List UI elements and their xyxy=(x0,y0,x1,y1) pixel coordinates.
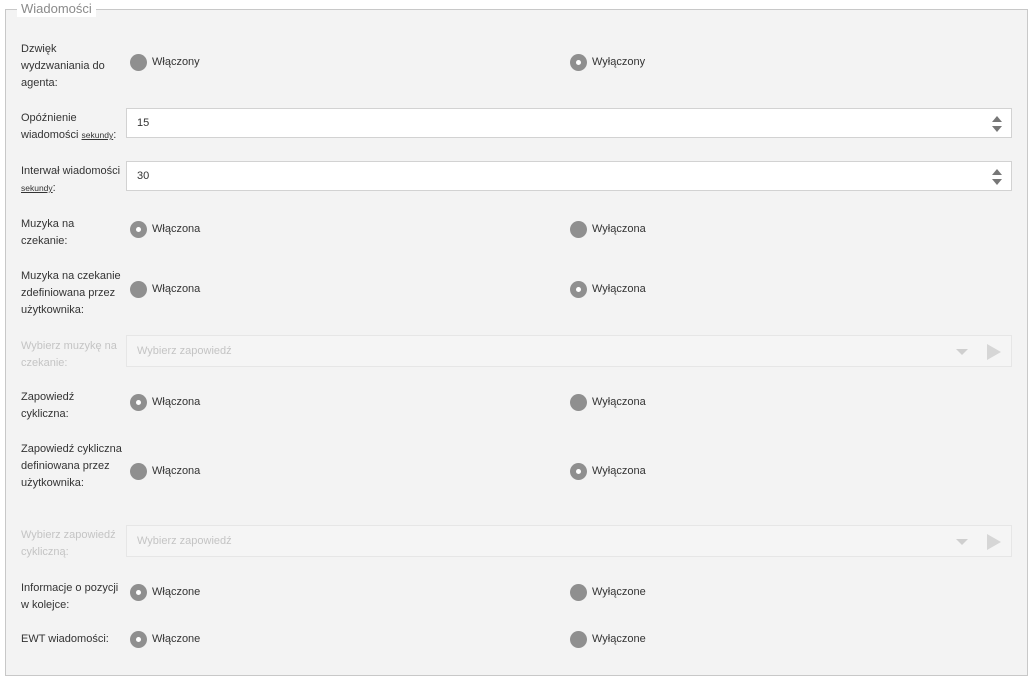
spinner-down-icon[interactable] xyxy=(992,179,1002,185)
cyclic-announcement-on-radio[interactable]: Włączona xyxy=(130,394,200,411)
radio-circle-icon xyxy=(570,281,587,298)
user-hold-music-on-radio[interactable]: Włączona xyxy=(130,281,200,298)
cyclic-announcement-off-label: Wyłączona xyxy=(592,396,646,408)
user-hold-music-on-label: Włączona xyxy=(152,283,201,295)
message-delay-input[interactable] xyxy=(127,109,997,137)
ewt-messages-on-radio[interactable]: Włączone xyxy=(130,631,200,648)
queue-position-on-radio[interactable]: Włączone xyxy=(130,584,200,601)
ring-sound-on-radio[interactable]: Włączony xyxy=(130,54,200,71)
cyclic-announcement-on-label: Włączona xyxy=(152,396,201,408)
select-cyclic-announcement-placeholder: Wybierz zapowiedź xyxy=(137,535,232,547)
radio-circle-icon xyxy=(130,463,147,480)
ewt-messages-on-label: Włączone xyxy=(152,633,201,645)
radio-circle-icon xyxy=(570,463,587,480)
message-delay-unit: sekundy xyxy=(81,130,114,140)
user-hold-music-off-label: Wyłączona xyxy=(592,283,646,295)
hold-music-off-label: Wyłączona xyxy=(592,223,646,235)
radio-circle-icon xyxy=(570,394,587,411)
radio-circle-icon xyxy=(570,584,587,601)
radio-circle-icon xyxy=(130,584,147,601)
user-cyclic-announcement-label: Zapowiedź cykliczna definiowana przez uż… xyxy=(21,443,122,489)
message-interval-spinner[interactable] xyxy=(992,169,1002,185)
spinner-down-icon[interactable] xyxy=(992,126,1002,132)
hold-music-label: Muzyka na czekanie: xyxy=(21,218,75,247)
hold-music-off-radio[interactable]: Wyłączona xyxy=(570,221,646,238)
spinner-up-icon[interactable] xyxy=(992,116,1002,122)
ring-sound-off-label: Wyłączony xyxy=(592,56,646,68)
radio-circle-icon xyxy=(570,221,587,238)
ewt-messages-label: EWT wiadomości: xyxy=(21,633,109,645)
chevron-down-icon[interactable] xyxy=(956,349,968,355)
user-cyclic-announcement-off-radio[interactable]: Wyłączona xyxy=(570,463,646,480)
ring-sound-label: Dzwięk wydzwaniania do agenta: xyxy=(21,43,105,89)
chevron-down-icon[interactable] xyxy=(956,539,968,545)
fieldset-legend: Wiadomości xyxy=(17,0,96,17)
radio-circle-icon xyxy=(130,631,147,648)
cyclic-announcement-off-radio[interactable]: Wyłączona xyxy=(570,394,646,411)
queue-position-off-label: Wyłączone xyxy=(592,586,646,598)
radio-circle-icon xyxy=(130,54,147,71)
cyclic-announcement-label: Zapowiedź cykliczna: xyxy=(21,391,75,420)
select-cyclic-announcement-label: Wybierz zapowiedź cykliczną: xyxy=(21,529,116,558)
queue-position-on-label: Włączone xyxy=(152,586,201,598)
queue-position-off-radio[interactable]: Wyłączone xyxy=(570,584,646,601)
user-cyclic-announcement-on-label: Włączona xyxy=(152,465,201,477)
ring-sound-on-label: Włączony xyxy=(152,56,200,68)
hold-music-on-label: Włączona xyxy=(152,223,201,235)
spinner-up-icon[interactable] xyxy=(992,169,1002,175)
select-cyclic-announcement-dropdown[interactable]: Wybierz zapowiedź xyxy=(126,525,1012,557)
message-interval-unit: sekundy xyxy=(21,183,53,193)
hold-music-on-radio[interactable]: Włączona xyxy=(130,221,200,238)
message-delay-field xyxy=(126,108,1012,138)
message-interval-field xyxy=(126,161,1012,191)
ewt-messages-off-radio[interactable]: Wyłączone xyxy=(570,631,646,648)
message-interval-input[interactable] xyxy=(127,162,997,190)
radio-circle-icon xyxy=(570,54,587,71)
select-hold-music-label: Wybierz muzykę na czekanie: xyxy=(21,340,117,369)
user-hold-music-off-radio[interactable]: Wyłączona xyxy=(570,281,646,298)
message-interval-label: Interwał wiadomości sekundy: xyxy=(21,165,121,194)
ewt-messages-off-label: Wyłączone xyxy=(592,633,646,645)
radio-circle-icon xyxy=(130,394,147,411)
play-icon[interactable] xyxy=(987,344,1001,360)
user-hold-music-label: Muzyka na czekanie zdefiniowana przez uż… xyxy=(21,270,121,316)
select-hold-music-dropdown[interactable]: Wybierz zapowiedź xyxy=(126,335,1012,367)
message-delay-label: Opóźnienie wiadomości sekundy: xyxy=(21,112,117,141)
user-cyclic-announcement-off-label: Wyłączona xyxy=(592,465,646,477)
select-hold-music-placeholder: Wybierz zapowiedź xyxy=(137,345,232,357)
message-delay-spinner[interactable] xyxy=(992,116,1002,132)
ring-sound-off-radio[interactable]: Wyłączony xyxy=(570,54,645,71)
play-icon[interactable] xyxy=(987,534,1001,550)
radio-circle-icon xyxy=(570,631,587,648)
queue-position-label: Informacje o pozycji w kolejce: xyxy=(21,582,119,611)
radio-circle-icon xyxy=(130,281,147,298)
radio-circle-icon xyxy=(130,221,147,238)
user-cyclic-announcement-on-radio[interactable]: Włączona xyxy=(130,463,200,480)
